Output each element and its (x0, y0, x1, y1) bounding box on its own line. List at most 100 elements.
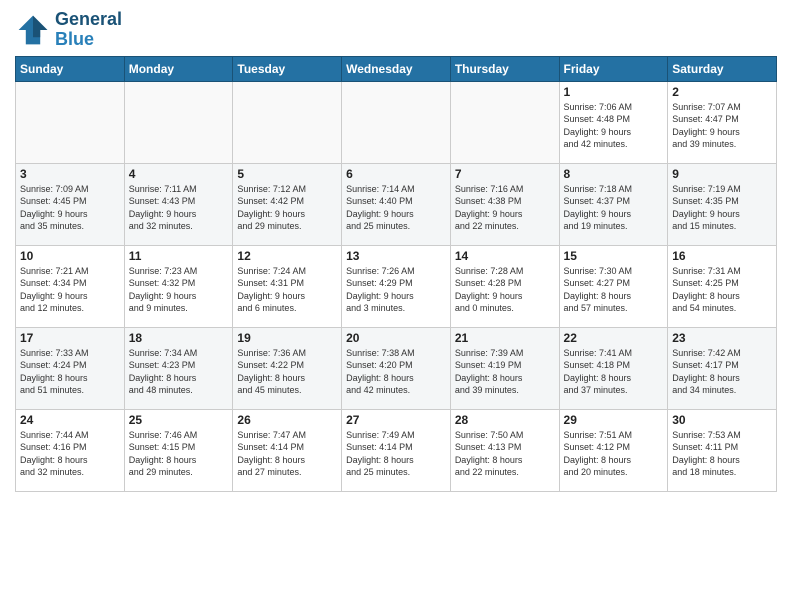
day-info: Sunrise: 7:26 AM Sunset: 4:29 PM Dayligh… (346, 265, 446, 315)
day-info: Sunrise: 7:33 AM Sunset: 4:24 PM Dayligh… (20, 347, 120, 397)
calendar-cell: 28 Sunrise: 7:50 AM Sunset: 4:13 PM Dayli… (450, 409, 559, 491)
day-number: 25 (129, 413, 229, 427)
calendar-cell: 6 Sunrise: 7:14 AM Sunset: 4:40 PM Daylig… (342, 163, 451, 245)
calendar-cell: 20 Sunrise: 7:38 AM Sunset: 4:20 PM Dayli… (342, 327, 451, 409)
calendar-cell: 9 Sunrise: 7:19 AM Sunset: 4:35 PM Daylig… (668, 163, 777, 245)
calendar-week-row: 24 Sunrise: 7:44 AM Sunset: 4:16 PM Dayli… (16, 409, 777, 491)
day-number: 24 (20, 413, 120, 427)
day-number: 16 (672, 249, 772, 263)
day-number: 17 (20, 331, 120, 345)
day-number: 27 (346, 413, 446, 427)
day-number: 1 (564, 85, 664, 99)
calendar-week-row: 1 Sunrise: 7:06 AM Sunset: 4:48 PM Daylig… (16, 81, 777, 163)
weekday-header: Thursday (450, 56, 559, 81)
day-number: 30 (672, 413, 772, 427)
day-number: 29 (564, 413, 664, 427)
day-info: Sunrise: 7:53 AM Sunset: 4:11 PM Dayligh… (672, 429, 772, 479)
day-info: Sunrise: 7:11 AM Sunset: 4:43 PM Dayligh… (129, 183, 229, 233)
calendar-cell: 4 Sunrise: 7:11 AM Sunset: 4:43 PM Daylig… (124, 163, 233, 245)
calendar-cell: 13 Sunrise: 7:26 AM Sunset: 4:29 PM Dayli… (342, 245, 451, 327)
calendar-cell: 11 Sunrise: 7:23 AM Sunset: 4:32 PM Dayli… (124, 245, 233, 327)
day-number: 10 (20, 249, 120, 263)
day-info: Sunrise: 7:07 AM Sunset: 4:47 PM Dayligh… (672, 101, 772, 151)
calendar-cell: 19 Sunrise: 7:36 AM Sunset: 4:22 PM Dayli… (233, 327, 342, 409)
day-number: 4 (129, 167, 229, 181)
day-info: Sunrise: 7:19 AM Sunset: 4:35 PM Dayligh… (672, 183, 772, 233)
day-number: 28 (455, 413, 555, 427)
logo-icon (15, 12, 51, 48)
calendar-cell: 21 Sunrise: 7:39 AM Sunset: 4:19 PM Dayli… (450, 327, 559, 409)
day-number: 21 (455, 331, 555, 345)
calendar-cell: 8Sunrise: 7:18 AM Sunset: 4:37 PM Daylig… (559, 163, 668, 245)
day-number: 19 (237, 331, 337, 345)
calendar-cell: 17 Sunrise: 7:33 AM Sunset: 4:24 PM Dayli… (16, 327, 125, 409)
weekday-header: Tuesday (233, 56, 342, 81)
calendar-cell: 15 Sunrise: 7:30 AM Sunset: 4:27 PM Dayli… (559, 245, 668, 327)
day-info: Sunrise: 7:34 AM Sunset: 4:23 PM Dayligh… (129, 347, 229, 397)
day-info: Sunrise: 7:39 AM Sunset: 4:19 PM Dayligh… (455, 347, 555, 397)
calendar-cell (450, 81, 559, 163)
weekday-header: Monday (124, 56, 233, 81)
day-info: Sunrise: 7:12 AM Sunset: 4:42 PM Dayligh… (237, 183, 337, 233)
day-number: 23 (672, 331, 772, 345)
day-number: 5 (237, 167, 337, 181)
calendar-cell: 23 Sunrise: 7:42 AM Sunset: 4:17 PM Dayli… (668, 327, 777, 409)
day-number: 3 (20, 167, 120, 181)
day-number: 26 (237, 413, 337, 427)
day-info: Sunrise: 7:46 AM Sunset: 4:15 PM Dayligh… (129, 429, 229, 479)
day-info: Sunrise: 7:14 AM Sunset: 4:40 PM Dayligh… (346, 183, 446, 233)
calendar-header-row: SundayMondayTuesdayWednesdayThursdayFrid… (16, 56, 777, 81)
day-info: Sunrise: 7:30 AM Sunset: 4:27 PM Dayligh… (564, 265, 664, 315)
calendar-cell (233, 81, 342, 163)
day-info: Sunrise: 7:47 AM Sunset: 4:14 PM Dayligh… (237, 429, 337, 479)
day-info: Sunrise: 7:44 AM Sunset: 4:16 PM Dayligh… (20, 429, 120, 479)
day-number: 9 (672, 167, 772, 181)
weekday-header: Sunday (16, 56, 125, 81)
day-number: 12 (237, 249, 337, 263)
calendar-cell: 10Sunrise: 7:21 AM Sunset: 4:34 PM Dayli… (16, 245, 125, 327)
weekday-header: Saturday (668, 56, 777, 81)
calendar-table: SundayMondayTuesdayWednesdayThursdayFrid… (15, 56, 777, 492)
day-info: Sunrise: 7:50 AM Sunset: 4:13 PM Dayligh… (455, 429, 555, 479)
calendar-cell: 25 Sunrise: 7:46 AM Sunset: 4:15 PM Dayli… (124, 409, 233, 491)
day-info: Sunrise: 7:36 AM Sunset: 4:22 PM Dayligh… (237, 347, 337, 397)
calendar-cell: 5 Sunrise: 7:12 AM Sunset: 4:42 PM Daylig… (233, 163, 342, 245)
weekday-header: Wednesday (342, 56, 451, 81)
calendar-cell (342, 81, 451, 163)
day-info: Sunrise: 7:51 AM Sunset: 4:12 PM Dayligh… (564, 429, 664, 479)
calendar-cell: 29 Sunrise: 7:51 AM Sunset: 4:12 PM Dayli… (559, 409, 668, 491)
day-info: Sunrise: 7:09 AM Sunset: 4:45 PM Dayligh… (20, 183, 120, 233)
calendar-cell: 3 Sunrise: 7:09 AM Sunset: 4:45 PM Daylig… (16, 163, 125, 245)
day-number: 8 (564, 167, 664, 181)
day-info: Sunrise: 7:42 AM Sunset: 4:17 PM Dayligh… (672, 347, 772, 397)
calendar-cell: 2Sunrise: 7:07 AM Sunset: 4:47 PM Daylig… (668, 81, 777, 163)
day-number: 15 (564, 249, 664, 263)
calendar-week-row: 10Sunrise: 7:21 AM Sunset: 4:34 PM Dayli… (16, 245, 777, 327)
calendar-week-row: 17 Sunrise: 7:33 AM Sunset: 4:24 PM Dayli… (16, 327, 777, 409)
day-number: 13 (346, 249, 446, 263)
calendar-cell: 18 Sunrise: 7:34 AM Sunset: 4:23 PM Dayli… (124, 327, 233, 409)
day-info: Sunrise: 7:38 AM Sunset: 4:20 PM Dayligh… (346, 347, 446, 397)
day-info: Sunrise: 7:23 AM Sunset: 4:32 PM Dayligh… (129, 265, 229, 315)
calendar-cell: 27 Sunrise: 7:49 AM Sunset: 4:14 PM Dayli… (342, 409, 451, 491)
day-info: Sunrise: 7:16 AM Sunset: 4:38 PM Dayligh… (455, 183, 555, 233)
header: General Blue (15, 10, 777, 50)
day-number: 11 (129, 249, 229, 263)
calendar-week-row: 3 Sunrise: 7:09 AM Sunset: 4:45 PM Daylig… (16, 163, 777, 245)
calendar-cell: 7Sunrise: 7:16 AM Sunset: 4:38 PM Daylig… (450, 163, 559, 245)
day-number: 20 (346, 331, 446, 345)
calendar-cell: 12Sunrise: 7:24 AM Sunset: 4:31 PM Dayli… (233, 245, 342, 327)
calendar-cell: 24 Sunrise: 7:44 AM Sunset: 4:16 PM Dayli… (16, 409, 125, 491)
calendar-cell (16, 81, 125, 163)
day-number: 18 (129, 331, 229, 345)
day-info: Sunrise: 7:49 AM Sunset: 4:14 PM Dayligh… (346, 429, 446, 479)
calendar-cell: 14Sunrise: 7:28 AM Sunset: 4:28 PM Dayli… (450, 245, 559, 327)
logo-text: General Blue (55, 10, 122, 50)
day-info: Sunrise: 7:06 AM Sunset: 4:48 PM Dayligh… (564, 101, 664, 151)
weekday-header: Friday (559, 56, 668, 81)
day-info: Sunrise: 7:41 AM Sunset: 4:18 PM Dayligh… (564, 347, 664, 397)
day-number: 6 (346, 167, 446, 181)
calendar-cell: 22Sunrise: 7:41 AM Sunset: 4:18 PM Dayli… (559, 327, 668, 409)
calendar-cell: 16Sunrise: 7:31 AM Sunset: 4:25 PM Dayli… (668, 245, 777, 327)
calendar-cell (124, 81, 233, 163)
